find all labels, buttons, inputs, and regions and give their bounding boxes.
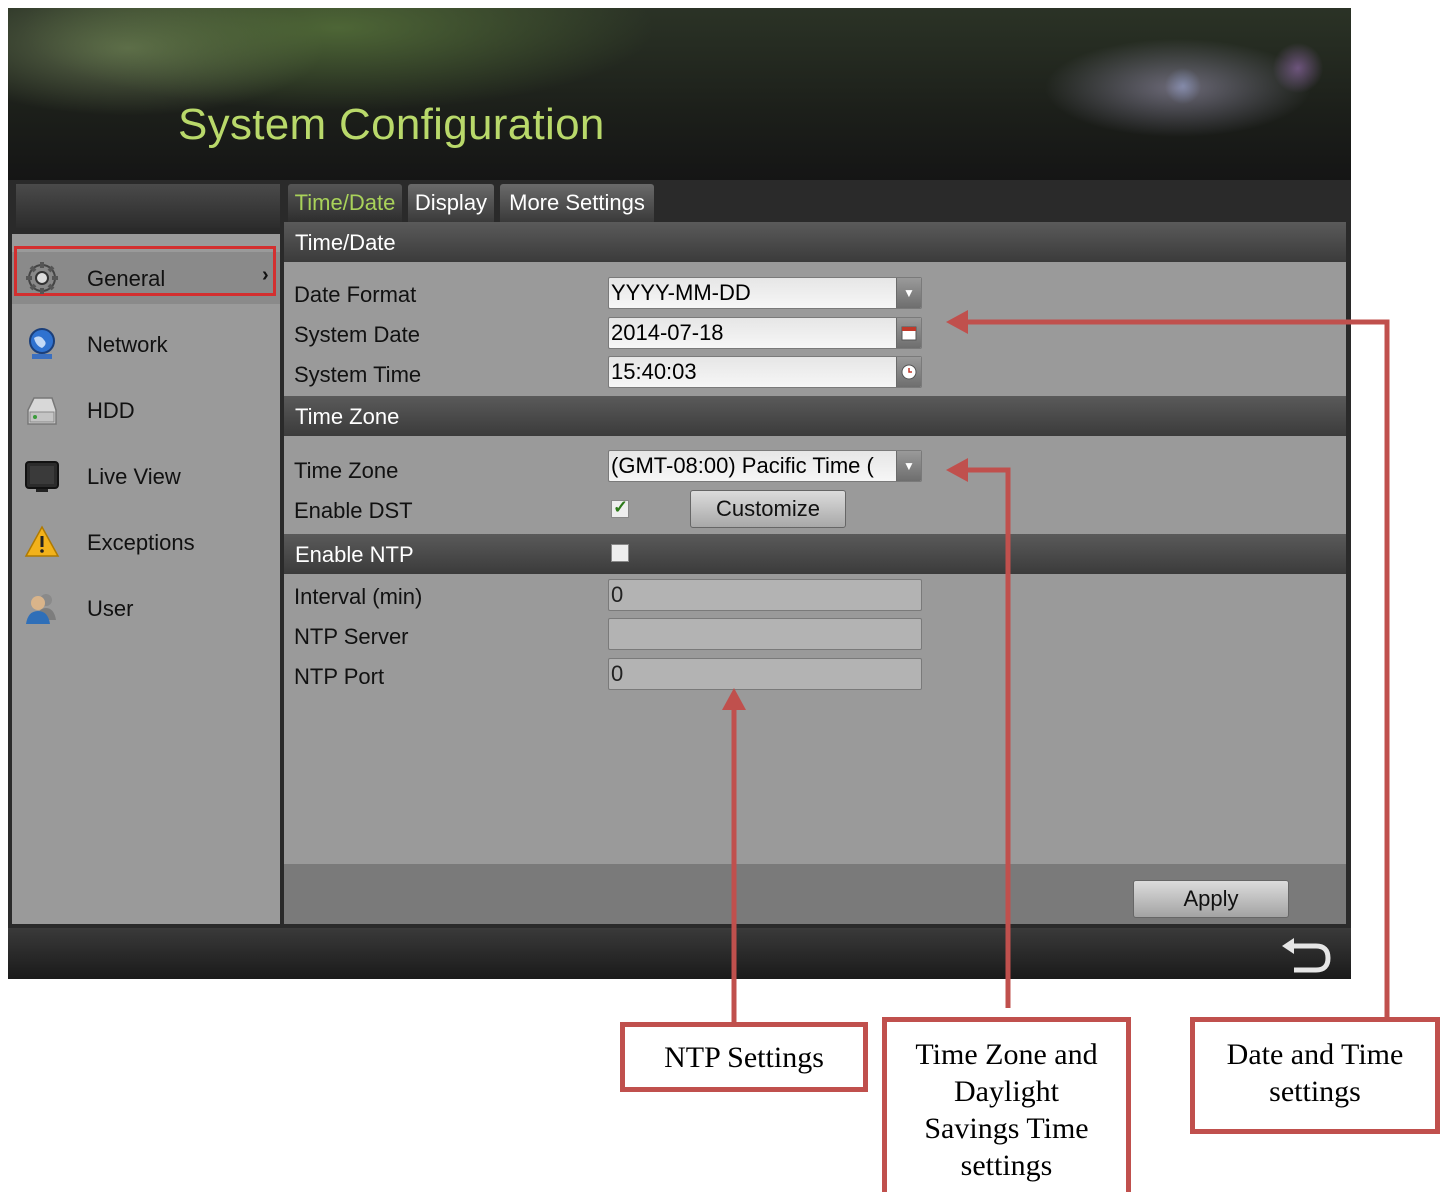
ntp-callout: NTP Settings [620, 1022, 868, 1092]
timezone-callout-line: Daylight [954, 1075, 1059, 1108]
ntp-arrowhead [722, 688, 746, 710]
datetime-arrow-line [965, 319, 1390, 1018]
datetime-callout-line: settings [1269, 1075, 1361, 1108]
timezone-callout-line: settings [960, 1149, 1053, 1182]
datetime-arrowhead [946, 310, 968, 334]
ntp-callout-text: NTP Settings [664, 1041, 824, 1074]
timezone-callout-line: Savings Time [924, 1112, 1089, 1145]
timezone-arrowhead [946, 458, 968, 482]
timezone-callout: Time Zone and Daylight Savings Time sett… [882, 1017, 1131, 1192]
datetime-callout: Date and Time settings [1190, 1017, 1440, 1134]
datetime-callout-line: Date and Time [1226, 1038, 1404, 1071]
annotation-overlay [722, 310, 1390, 1024]
timezone-callout-line: Time Zone and [915, 1038, 1098, 1071]
timezone-arrow-line [965, 467, 1011, 1008]
